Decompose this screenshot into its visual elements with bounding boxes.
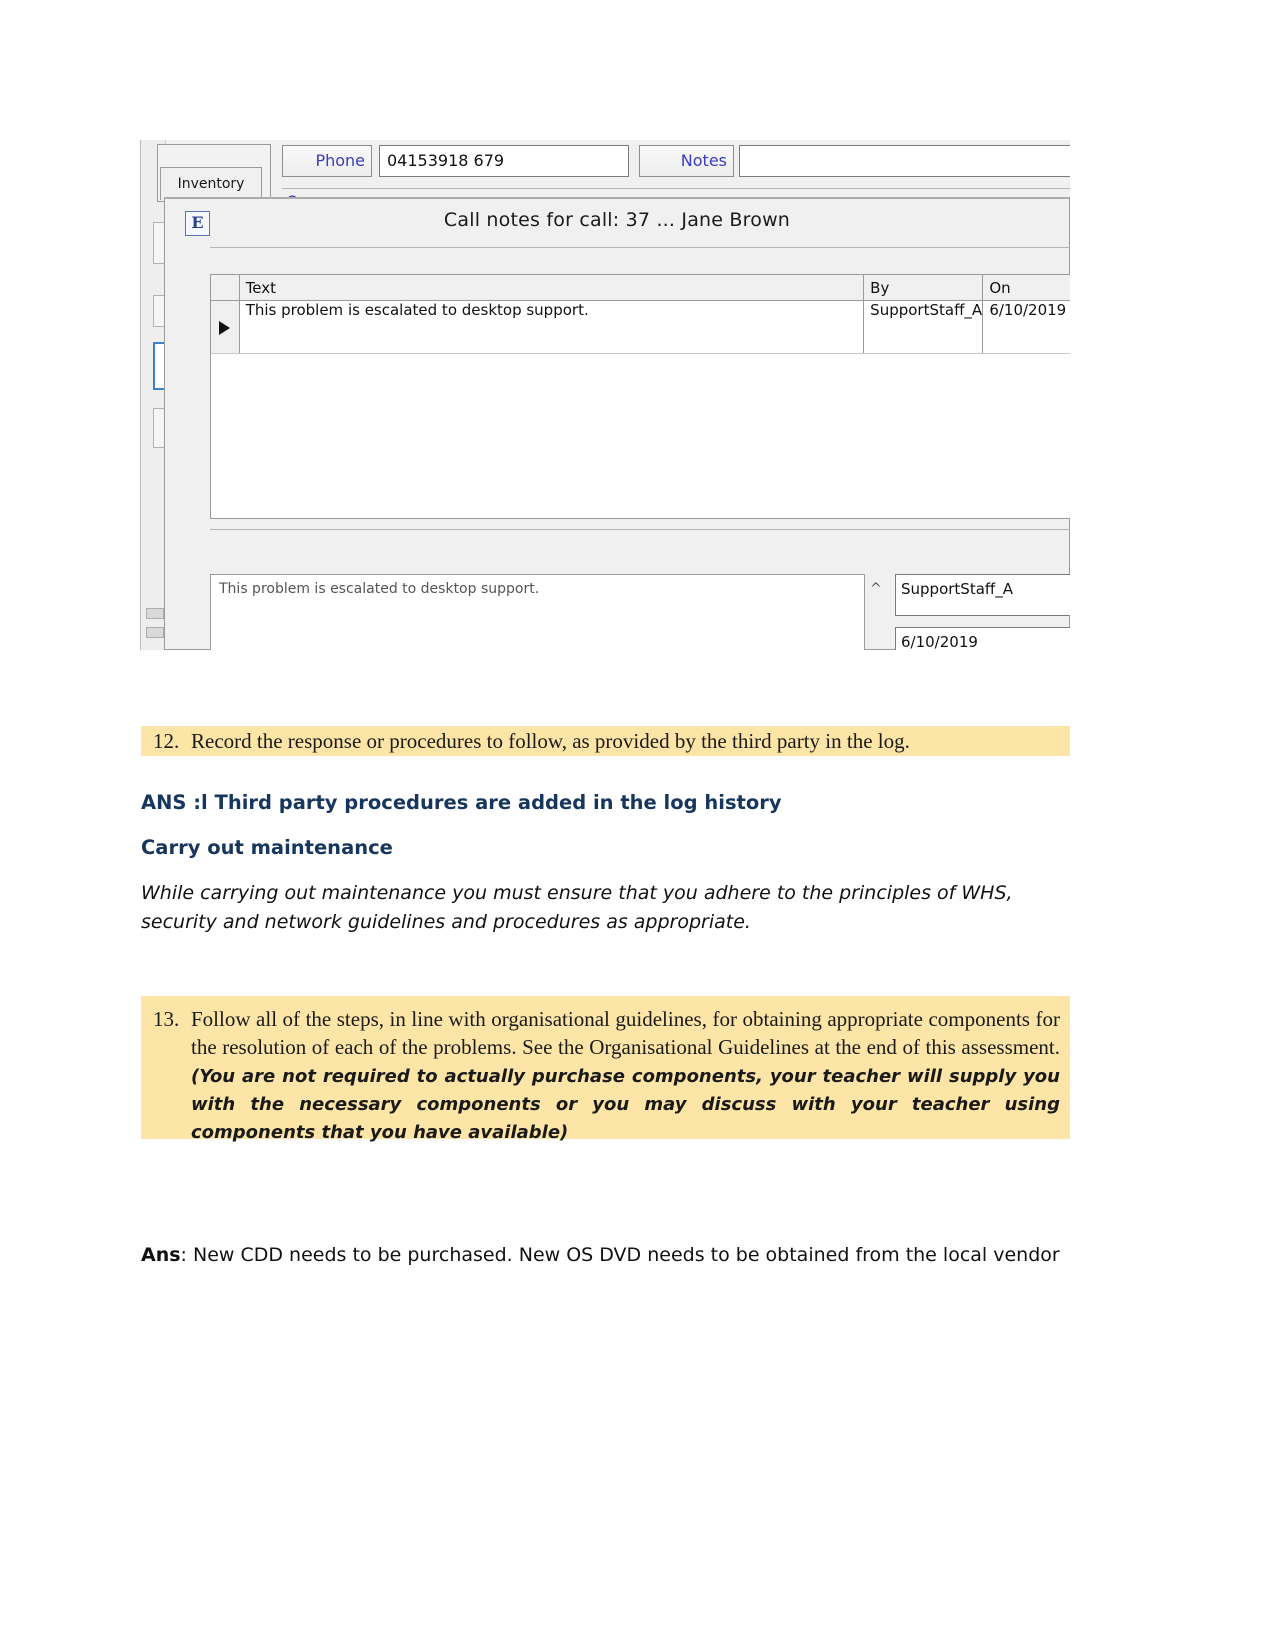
note-detail-textarea[interactable]: This problem is escalated to desktop sup…: [210, 574, 865, 650]
item-13-highlight: 13. Follow all of the steps, in line wit…: [141, 996, 1070, 1143]
item-12: 12. Record the response or procedures to…: [141, 728, 1070, 756]
dialog-title: Call notes for call: 37 ... Jane Brown: [443, 209, 791, 231]
table-row[interactable]: This problem is escalated to desktop sup…: [211, 300, 1070, 354]
ans-13-label: Ans: [141, 1244, 181, 1266]
scroll-up-icon[interactable]: ^: [870, 581, 882, 597]
notes-label-button[interactable]: Notes: [639, 145, 734, 177]
item-12-text: Record the response or procedures to fol…: [191, 729, 910, 753]
toolbar-divider: [282, 188, 1070, 189]
item-13: 13. Follow all of the steps, in line wit…: [141, 1006, 1060, 1146]
cell-on[interactable]: 6/10/2019: [982, 300, 1070, 354]
detail-by-field[interactable]: SupportStaff_A: [895, 574, 1070, 616]
ans-13-separator: :: [180, 1244, 193, 1266]
ans-13-line: Ans: New CDD needs to be purchased. New …: [141, 1244, 1076, 1266]
phone-input[interactable]: 04153918 679: [379, 145, 629, 177]
table-header-row: Text By On At: [211, 275, 1070, 301]
call-notes-grid[interactable]: Text By On At This problem is escalated …: [210, 274, 1070, 519]
item-13-body: Follow all of the steps, in line with or…: [191, 1006, 1060, 1146]
item-12-number: 12.: [153, 729, 180, 753]
cell-by[interactable]: SupportStaff_A: [863, 300, 984, 354]
column-header-by[interactable]: By: [863, 275, 984, 301]
ans-12-heading: ANS :l Third party procedures are added …: [141, 791, 782, 814]
scroll-thumb-upper[interactable]: [146, 608, 164, 619]
maintenance-paragraph: While carrying out maintenance you must …: [141, 882, 1013, 933]
row-selector-cell[interactable]: [211, 300, 240, 354]
detail-on-field[interactable]: 6/10/2019: [895, 627, 1070, 650]
detail-divider: [210, 529, 1070, 530]
heading-carry-out-maintenance: Carry out maintenance: [141, 836, 393, 859]
phone-label-button[interactable]: Phone: [282, 145, 372, 177]
notes-input[interactable]: [739, 145, 1070, 177]
call-notes-dialog: E Call notes for call: 37 ... Jane Brown…: [164, 197, 1070, 650]
column-header-text[interactable]: Text: [239, 275, 865, 301]
ans-13-text: New CDD needs to be purchased. New OS DV…: [193, 1244, 1060, 1266]
scroll-thumb-lower[interactable]: [146, 627, 164, 638]
embedded-app-screenshot: Inventory Phone 04153918 679 Notes Query…: [140, 140, 1070, 650]
left-scroll-rail[interactable]: [141, 140, 166, 650]
document-page: Inventory Phone 04153918 679 Notes Query…: [0, 0, 1275, 1650]
cell-text[interactable]: This problem is escalated to desktop sup…: [239, 300, 865, 354]
item-13-text-main: Follow all of the steps, in line with or…: [191, 1007, 1060, 1059]
item-13-text-italic: (You are not required to actually purcha…: [191, 1065, 1060, 1143]
tab-inventory[interactable]: Inventory: [160, 167, 262, 200]
title-divider: [210, 247, 1070, 248]
item-12-highlight: 12. Record the response or procedures to…: [141, 726, 1070, 756]
column-header-on[interactable]: On: [982, 275, 1070, 301]
row-marker-icon: [219, 321, 231, 335]
column-header-select[interactable]: [211, 275, 240, 301]
dialog-titlebar: E Call notes for call: 37 ... Jane Brown: [165, 199, 1069, 247]
call-notes-table: Text By On At This problem is escalated …: [211, 275, 1070, 354]
item-13-number: 13.: [153, 1007, 180, 1031]
